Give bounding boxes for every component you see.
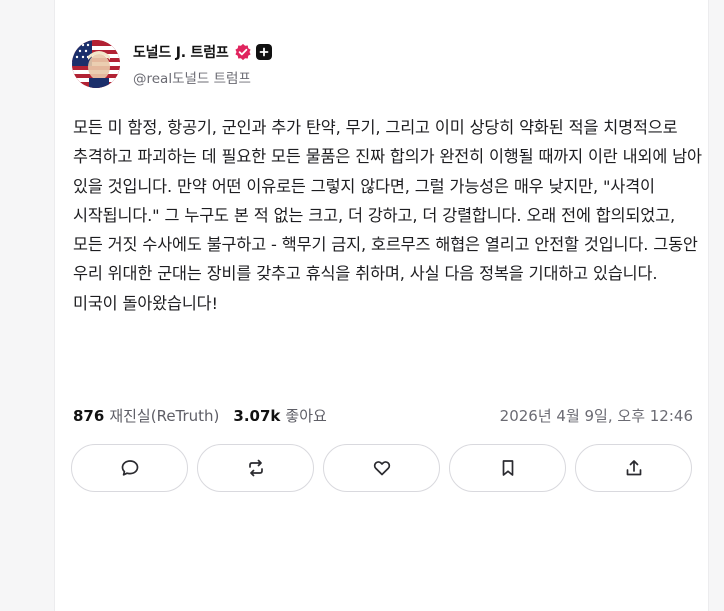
post-header: 도널드 J. 트럼프 @real도널드 트럼프 — [72, 40, 272, 88]
avatar[interactable] — [72, 40, 120, 88]
post-actions — [71, 444, 692, 492]
share-icon — [626, 460, 641, 476]
avatar-image — [72, 40, 120, 88]
retruth-stat[interactable]: 876 재진실(ReTruth) — [73, 405, 219, 426]
bookmark-button[interactable] — [449, 444, 566, 492]
retruth-label: 재진실(ReTruth) — [109, 406, 220, 425]
bookmark-icon — [502, 460, 513, 476]
comment-icon — [121, 460, 138, 476]
post-timestamp[interactable]: 2026년 4월 9일, 오후 12:46 — [500, 405, 693, 426]
author-handle[interactable]: @real도널드 트럼프 — [133, 67, 272, 87]
verified-check-icon — [235, 43, 251, 61]
like-count: 3.07k — [233, 406, 281, 425]
author-display-name[interactable]: 도널드 J. 트럼프 — [133, 42, 229, 62]
retruth-button[interactable] — [197, 444, 314, 492]
plus-icon — [259, 47, 268, 57]
retruth-icon — [248, 459, 263, 477]
post-text: 모든 미 함정, 항공기, 군인과 추가 탄약, 무기, 그리고 이미 상당히 … — [73, 118, 702, 313]
like-button[interactable] — [323, 444, 440, 492]
reply-button[interactable] — [71, 444, 188, 492]
like-stat[interactable]: 3.07k 좋아요 — [233, 405, 326, 426]
like-label: 좋아요 — [285, 406, 327, 425]
share-button[interactable] — [575, 444, 692, 492]
follow-plus-button[interactable] — [255, 44, 272, 60]
heart-icon — [373, 461, 390, 476]
retruth-count: 876 — [73, 406, 105, 425]
post-stats: 876 재진실(ReTruth) 3.07k 좋아요 2026년 4월 9일, … — [73, 404, 693, 426]
author-info: 도널드 J. 트럼프 @real도널드 트럼프 — [133, 41, 272, 87]
post-card: 도널드 J. 트럼프 @real도널드 트럼프 모든 미 함정, 항공기, 군인… — [54, 0, 709, 611]
